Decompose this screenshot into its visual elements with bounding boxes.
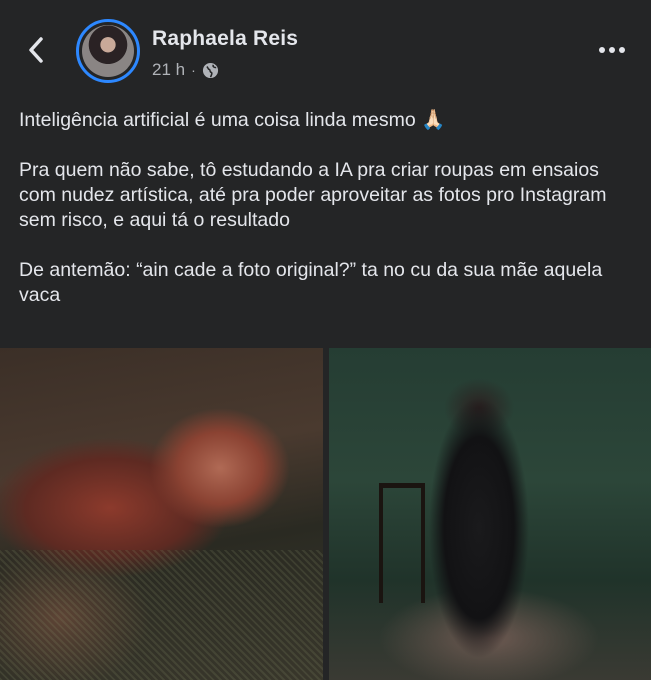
post-paragraph: Pra quem não sabe, tô estudando a IA pra… [19, 159, 607, 231]
more-horizontal-icon [599, 47, 605, 53]
chevron-left-icon [29, 37, 43, 63]
photo-stool [379, 483, 425, 603]
avatar-image [82, 25, 134, 77]
post-photo-2[interactable] [329, 348, 651, 680]
post-timestamp[interactable]: 21 h [152, 60, 185, 80]
post-paragraph: Inteligência artificial é uma coisa lind… [19, 109, 446, 131]
back-button[interactable] [22, 36, 50, 64]
post-header: Raphaela Reis 21 h · [0, 0, 651, 92]
globe-icon[interactable] [202, 62, 219, 79]
avatar[interactable] [76, 19, 140, 83]
post-text: Inteligência artificial é uma coisa lind… [19, 108, 637, 308]
author-name[interactable]: Raphaela Reis [152, 27, 298, 51]
post-view: Raphaela Reis 21 h · Inteligência artifi… [0, 0, 651, 680]
meta-separator: · [191, 62, 196, 78]
post-photo-1[interactable] [0, 348, 323, 680]
post-meta: 21 h · [152, 60, 219, 80]
more-options-button[interactable] [595, 38, 629, 62]
photo-floor-texture [0, 550, 323, 680]
photo-grid [0, 348, 651, 680]
post-paragraph: De antemão: “ain cade a foto original?” … [19, 259, 603, 306]
